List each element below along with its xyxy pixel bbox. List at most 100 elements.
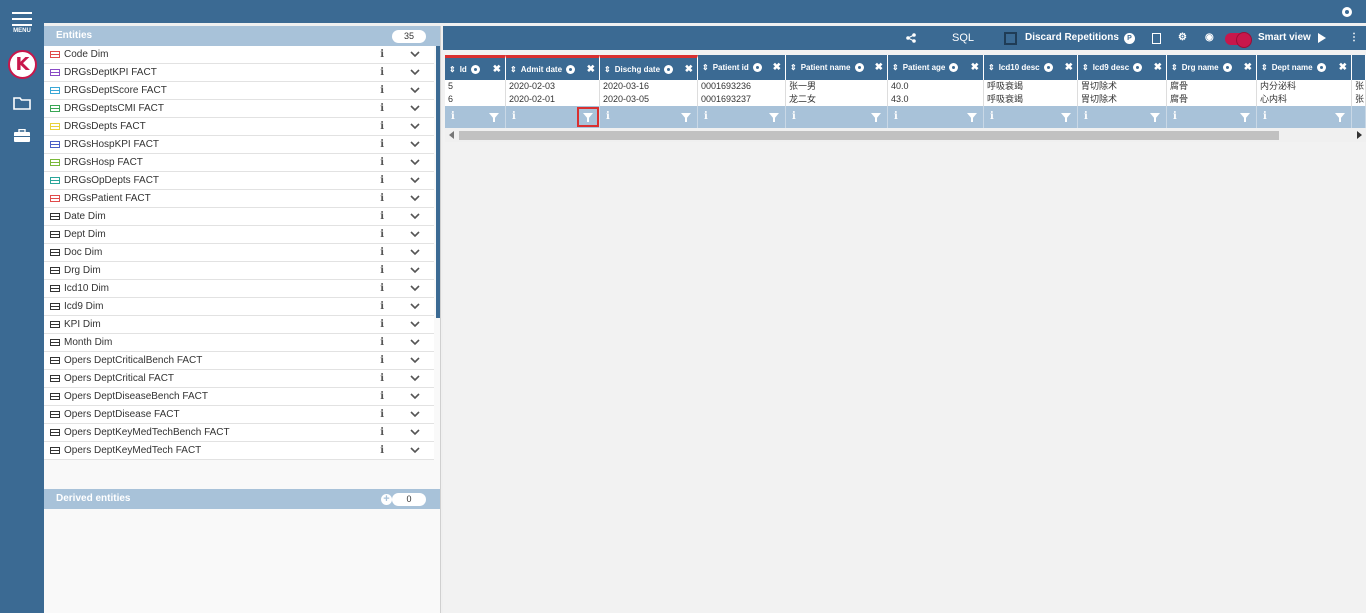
column-info-icon[interactable]: i [1084, 111, 1088, 122]
remove-column-icon[interactable]: ✖ [685, 64, 693, 75]
column-header[interactable]: ⇕ Patient id ✖ [698, 55, 786, 80]
chevron-down-icon[interactable] [410, 157, 420, 167]
logo-icon[interactable]: K [8, 50, 37, 79]
entity-row[interactable]: Opers DeptDiseaseBench FACT i [44, 388, 434, 406]
sort-icon[interactable]: ⇕ [510, 65, 517, 74]
filter-icon[interactable] [1061, 113, 1071, 122]
column-header[interactable]: ⇕ Drg name ✖ [1167, 55, 1257, 80]
filter-icon[interactable] [967, 113, 977, 122]
remove-column-icon[interactable]: ✖ [493, 64, 501, 75]
sort-icon[interactable]: ⇕ [892, 63, 899, 72]
entity-row[interactable]: DRGsDeptsCMI FACT i [44, 100, 434, 118]
info-icon[interactable]: i [380, 211, 384, 222]
column-info-icon[interactable]: i [792, 111, 796, 122]
sort-icon[interactable]: ⇕ [604, 65, 611, 74]
chevron-down-icon[interactable] [410, 373, 420, 383]
sort-icon[interactable]: ⇕ [1082, 63, 1089, 72]
column-header[interactable]: ⇕ Dept name ✖ [1257, 55, 1352, 80]
p-icon[interactable]: P [1124, 33, 1135, 44]
column-settings-icon[interactable] [949, 63, 959, 72]
info-icon[interactable]: i [380, 193, 384, 204]
filter-icon[interactable] [769, 113, 779, 122]
info-icon[interactable]: i [380, 67, 384, 78]
entity-row[interactable]: Opers DeptKeyMedTechBench FACT i [44, 424, 434, 442]
chevron-down-icon[interactable] [410, 391, 420, 401]
run-icon[interactable] [1318, 33, 1326, 43]
column-settings-icon[interactable] [1222, 63, 1232, 72]
gears-icon[interactable]: ⚙ [1178, 26, 1187, 50]
info-icon[interactable]: i [380, 427, 384, 438]
briefcase-icon[interactable] [13, 129, 31, 143]
share-icon[interactable] [905, 33, 917, 43]
chevron-down-icon[interactable] [410, 193, 420, 203]
chevron-down-icon[interactable] [410, 427, 420, 437]
column-info-icon[interactable]: i [1263, 111, 1267, 122]
filter-icon[interactable] [681, 113, 691, 122]
horizontal-scrollbar[interactable] [445, 128, 1366, 142]
column-header[interactable]: ⇕ Patient age ✖ [888, 55, 984, 80]
filter-icon[interactable] [1335, 113, 1345, 122]
info-icon[interactable]: i [380, 355, 384, 366]
chevron-down-icon[interactable] [410, 103, 420, 113]
sql-button[interactable]: SQL [952, 26, 974, 50]
more-options-icon[interactable]: ⋮ [1349, 26, 1359, 50]
table-row[interactable]: 6 2020-02-01 2020-03-05 0001693237 龙二女 43.0 呼吸… [445, 93, 1366, 106]
info-icon[interactable]: i [380, 265, 384, 276]
column-header[interactable]: ⇕ Icd9 desc ✖ [1078, 55, 1167, 80]
entity-row[interactable]: DRGsHosp FACT i [44, 154, 434, 172]
entity-row[interactable]: Date Dim i [44, 208, 434, 226]
remove-column-icon[interactable]: ✖ [971, 62, 979, 73]
info-icon[interactable]: i [380, 49, 384, 60]
info-icon[interactable]: i [380, 85, 384, 96]
column-header[interactable]: ⇕ Admit date ✖ [506, 55, 600, 80]
remove-column-icon[interactable]: ✖ [1339, 62, 1347, 73]
column-info-icon[interactable]: i [990, 111, 994, 122]
chevron-down-icon[interactable] [410, 229, 420, 239]
column-info-icon[interactable]: i [451, 111, 455, 122]
remove-column-icon[interactable]: ✖ [1154, 62, 1162, 73]
entity-row[interactable]: DRGsOpDepts FACT i [44, 172, 434, 190]
column-settings-icon[interactable] [1316, 63, 1326, 72]
remove-column-icon[interactable]: ✖ [875, 62, 883, 73]
chevron-down-icon[interactable] [410, 121, 420, 131]
remove-column-icon[interactable]: ✖ [1065, 62, 1073, 73]
chevron-down-icon[interactable] [410, 355, 420, 365]
entity-row[interactable]: Opers DeptCriticalBench FACT i [44, 352, 434, 370]
chevron-down-icon[interactable] [410, 409, 420, 419]
info-icon[interactable]: i [380, 337, 384, 348]
entity-list-scrollbar[interactable] [436, 46, 440, 318]
info-icon[interactable]: i [380, 247, 384, 258]
info-icon[interactable]: i [380, 283, 384, 294]
entity-row[interactable]: Dept Dim i [44, 226, 434, 244]
column-settings-icon[interactable] [1043, 63, 1053, 72]
chevron-down-icon[interactable] [410, 211, 420, 221]
chevron-down-icon[interactable] [410, 139, 420, 149]
info-icon[interactable]: i [380, 409, 384, 420]
info-icon[interactable]: i [380, 175, 384, 186]
column-header[interactable]: ⇕ Icd10 desc ✖ [984, 55, 1078, 80]
smart-view-toggle[interactable] [1225, 32, 1252, 48]
remove-column-icon[interactable]: ✖ [773, 62, 781, 73]
entity-row[interactable]: Code Dim i [44, 46, 434, 64]
chevron-down-icon[interactable] [410, 67, 420, 77]
entity-row[interactable]: KPI Dim i [44, 316, 434, 334]
entity-row[interactable]: Icd9 Dim i [44, 298, 434, 316]
sort-icon[interactable]: ⇕ [988, 63, 995, 72]
chevron-down-icon[interactable] [410, 85, 420, 95]
chevron-down-icon[interactable] [410, 265, 420, 275]
filter-icon[interactable] [1150, 113, 1160, 122]
chevron-down-icon[interactable] [410, 247, 420, 257]
chevron-down-icon[interactable] [410, 49, 420, 59]
column-info-icon[interactable]: i [606, 111, 610, 122]
scroll-right-icon[interactable] [1357, 131, 1362, 139]
info-icon[interactable]: i [380, 139, 384, 150]
entity-row[interactable]: Opers DeptCritical FACT i [44, 370, 434, 388]
info-icon[interactable]: i [380, 103, 384, 114]
info-icon[interactable]: i [380, 445, 384, 456]
scroll-thumb[interactable] [459, 131, 1279, 140]
sort-icon[interactable]: ⇕ [702, 63, 709, 72]
column-settings-icon[interactable] [854, 63, 864, 72]
filter-icon[interactable] [1240, 113, 1250, 122]
column-settings-icon[interactable] [566, 64, 576, 74]
chevron-down-icon[interactable] [410, 319, 420, 329]
